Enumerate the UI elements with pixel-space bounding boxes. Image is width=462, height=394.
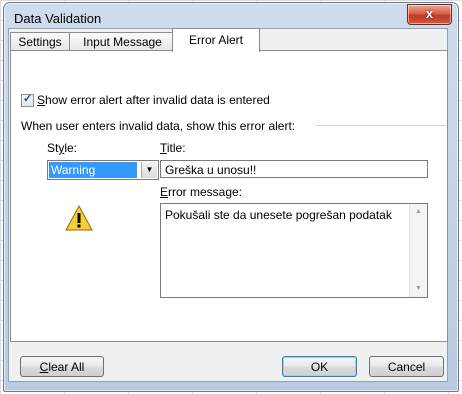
show-error-alert-checkbox[interactable] — [21, 92, 34, 107]
error-message-text: Pokušali ste da unesete pogrešan podatak — [165, 208, 392, 222]
style-dropdown[interactable]: Warning ▼ — [47, 160, 159, 180]
scroll-down-icon[interactable]: ▼ — [410, 281, 427, 297]
section-heading: When user enters invalid data, show this… — [21, 119, 296, 133]
cancel-button[interactable]: Cancel — [369, 356, 444, 377]
ok-button[interactable]: OK — [282, 356, 357, 377]
warning-triangle-icon — [65, 204, 93, 231]
title-input[interactable]: Greška u unosu!! — [160, 160, 428, 178]
error-message-scrollbar[interactable]: ▲ ▼ — [409, 204, 427, 297]
scroll-up-icon[interactable]: ▲ — [410, 204, 427, 220]
section-separator — [316, 125, 446, 126]
error-message-label: Error message: — [160, 185, 243, 199]
chevron-down-icon[interactable]: ▼ — [141, 162, 157, 178]
title-label: Title: — [160, 141, 186, 155]
show-error-alert-label: Show error alert after invalid data is e… — [37, 93, 270, 107]
style-selected-value: Warning — [49, 162, 137, 178]
style-label: Style: — [47, 141, 78, 155]
clear-all-button[interactable]: Clear All — [20, 356, 104, 377]
error-message-textarea[interactable]: Pokušali ste da unesete pogrešan podatak… — [160, 203, 428, 298]
